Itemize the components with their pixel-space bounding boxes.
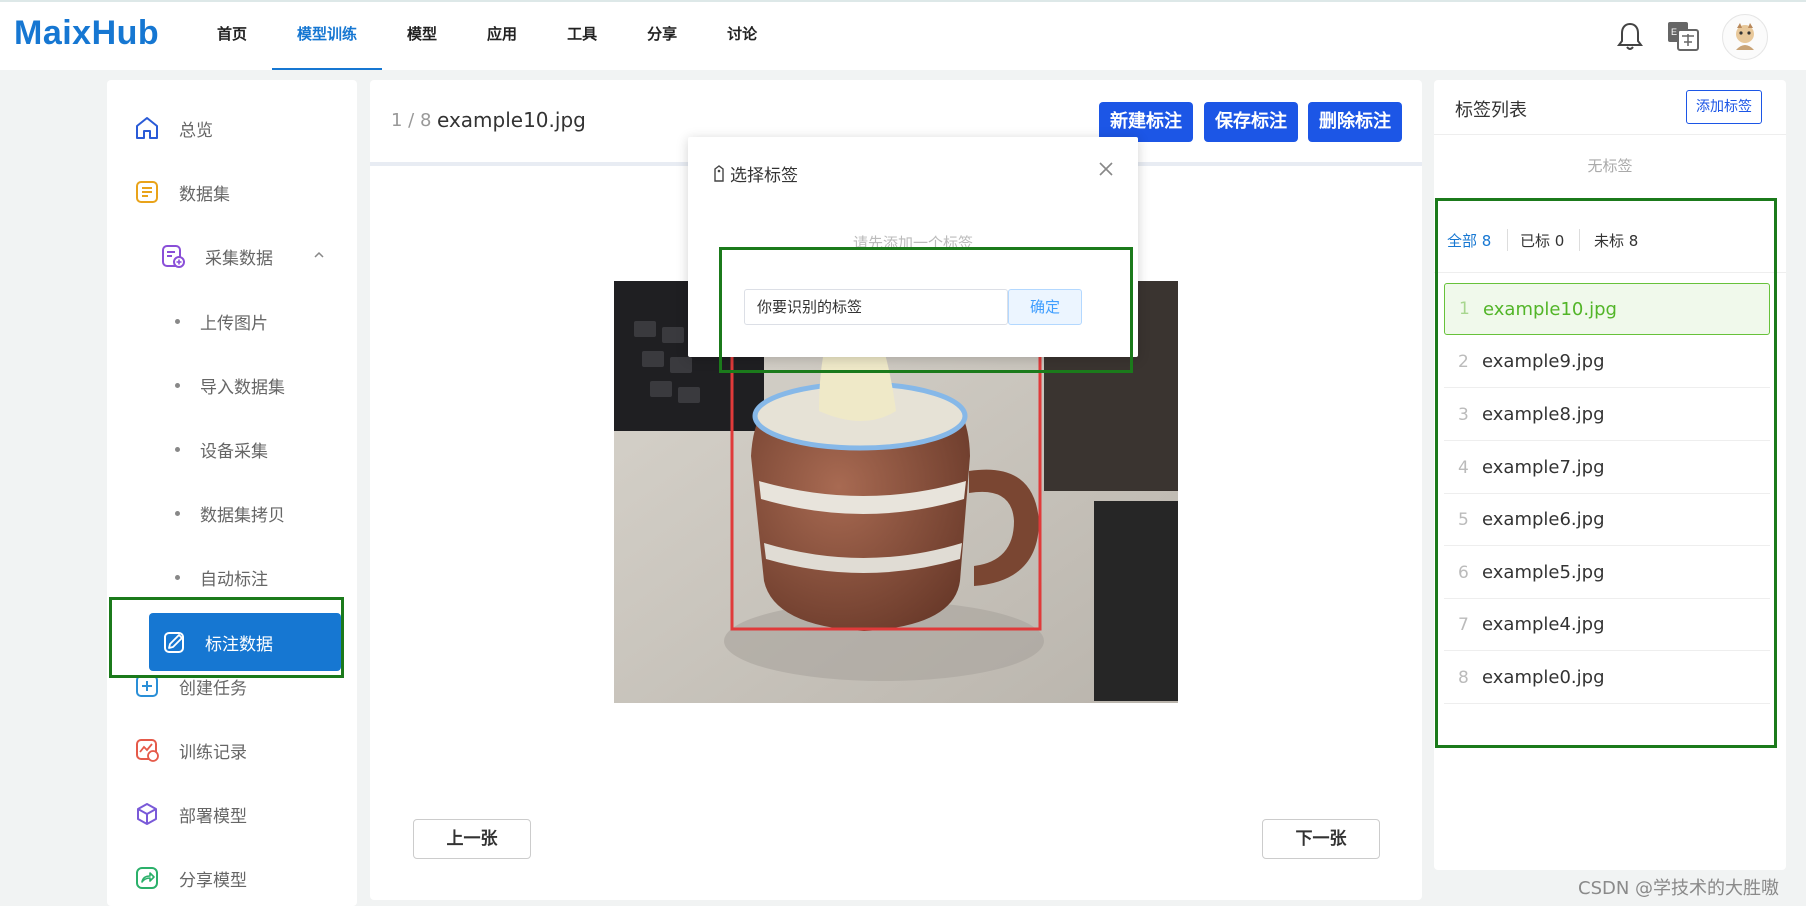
- sidebar-item-dataset[interactable]: 数据集: [107, 170, 357, 214]
- sidebar-item-label: 数据集: [179, 184, 230, 205]
- sub-item-label: 导入数据集: [200, 377, 285, 398]
- nav-discuss[interactable]: 讨论: [702, 2, 782, 70]
- sub-item-label: 自动标注: [200, 569, 268, 590]
- nav-model-training[interactable]: 模型训练: [272, 2, 383, 70]
- sub-item-label: 上传图片: [200, 313, 268, 334]
- nav-tools[interactable]: 工具: [542, 2, 622, 70]
- home-icon: [133, 114, 161, 142]
- main-nav: 首页 模型训练 模型 应用 工具 分享 讨论: [192, 2, 782, 70]
- dataset-icon: [133, 178, 161, 206]
- avatar-image-icon: [1736, 23, 1754, 50]
- sidebar-item-training-records[interactable]: 训练记录: [107, 728, 357, 772]
- new-annotation-button[interactable]: 新建标注: [1099, 102, 1193, 142]
- sub-item-label: 设备采集: [200, 441, 268, 462]
- page-count: 1 / 8: [391, 110, 432, 131]
- sidebar-item-label: 部署模型: [179, 806, 247, 827]
- language-icon[interactable]: En: [1666, 20, 1700, 52]
- bell-icon[interactable]: [1616, 20, 1644, 52]
- sub-item-dataset-copy[interactable]: 数据集拷贝: [171, 493, 285, 533]
- tag-icon: [714, 164, 724, 182]
- previous-image-button[interactable]: 上一张: [413, 819, 531, 859]
- next-image-button[interactable]: 下一张: [1262, 819, 1380, 859]
- highlight-box-annotate: [109, 597, 344, 678]
- panel-title: 标签列表: [1455, 100, 1527, 121]
- nav-home[interactable]: 首页: [192, 2, 272, 70]
- sidebar-item-label: 采集数据: [205, 248, 273, 269]
- divider: [1434, 134, 1786, 135]
- sidebar-item-share-model[interactable]: 分享模型: [107, 856, 357, 900]
- sidebar-item-deploy-model[interactable]: 部署模型: [107, 792, 357, 836]
- sidebar-item-label: 总览: [179, 120, 213, 141]
- highlight-box-file-list: [1435, 198, 1777, 748]
- bullet-icon: [175, 446, 180, 452]
- nav-models[interactable]: 模型: [382, 2, 462, 70]
- top-navigation-bar: MaixHub 首页 模型训练 模型 应用 工具 分享 讨论 En: [0, 0, 1806, 70]
- bullet-icon: [175, 574, 180, 580]
- dialog-title-text: 选择标签: [730, 166, 798, 186]
- chevron-up-icon[interactable]: [313, 250, 325, 260]
- sub-item-upload-images[interactable]: 上传图片: [171, 301, 268, 341]
- bullet-icon: [175, 318, 180, 324]
- sub-item-label: 数据集拷贝: [200, 505, 285, 526]
- nav-share[interactable]: 分享: [622, 2, 702, 70]
- save-annotation-button[interactable]: 保存标注: [1204, 102, 1298, 142]
- training-record-icon: [133, 736, 161, 764]
- close-icon[interactable]: [1096, 159, 1116, 179]
- add-tag-button[interactable]: 添加标签: [1686, 90, 1762, 124]
- no-tag-text: 无标签: [1587, 157, 1633, 175]
- dialog-title: 选择标签: [712, 161, 798, 186]
- share-icon: [133, 864, 161, 892]
- sidebar-item-collect-data[interactable]: 采集数据: [133, 234, 357, 278]
- maixhub-logo[interactable]: MaixHub: [14, 14, 159, 53]
- bullet-icon: [175, 382, 180, 388]
- collect-data-icon: [159, 242, 187, 270]
- delete-annotation-button[interactable]: 删除标注: [1308, 102, 1402, 142]
- cube-icon: [133, 800, 161, 828]
- bullet-icon: [175, 510, 180, 516]
- avatar[interactable]: [1722, 14, 1768, 60]
- sub-item-import-dataset[interactable]: 导入数据集: [171, 365, 285, 405]
- sidebar-item-overview[interactable]: 总览: [107, 106, 357, 150]
- current-file-name: example10.jpg: [437, 108, 586, 132]
- sub-item-auto-annotate[interactable]: 自动标注: [171, 557, 268, 597]
- sidebar-item-label: 分享模型: [179, 870, 247, 891]
- sidebar: 总览 数据集 采集数据 上传图片 导入数据集 设备采集 数据集拷贝 自动标注 标…: [107, 80, 357, 906]
- sidebar-item-label: 训练记录: [179, 742, 247, 763]
- sub-item-device-collect[interactable]: 设备采集: [171, 429, 268, 469]
- watermark: CSDN @学技术的大胜嗷: [1578, 878, 1780, 899]
- nav-apps[interactable]: 应用: [462, 2, 542, 70]
- highlight-box-label-input: [719, 247, 1133, 373]
